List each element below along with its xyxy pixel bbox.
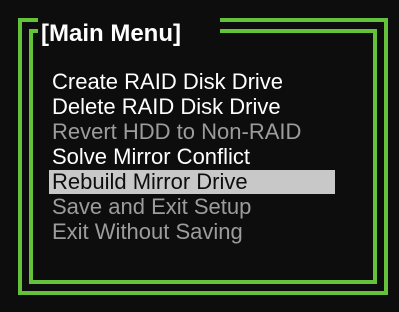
menu-item-solve-mirror-conflict[interactable]: Solve Mirror Conflict — [49, 145, 335, 169]
menu-title: [Main Menu] — [41, 20, 181, 47]
bios-screen: [Main Menu] Create RAID Disk Drive Delet… — [0, 0, 399, 312]
main-menu-list: Create RAID Disk Drive Delete RAID Disk … — [49, 70, 335, 245]
menu-item-delete-raid[interactable]: Delete RAID Disk Drive — [49, 95, 335, 119]
menu-item-rebuild-mirror-drive[interactable]: Rebuild Mirror Drive — [49, 170, 335, 194]
menu-item-create-raid[interactable]: Create RAID Disk Drive — [49, 70, 335, 94]
menu-item-exit-without-saving[interactable]: Exit Without Saving — [49, 220, 335, 244]
menu-item-save-and-exit[interactable]: Save and Exit Setup — [49, 195, 335, 219]
menu-item-revert-hdd[interactable]: Revert HDD to Non-RAID — [49, 120, 335, 144]
